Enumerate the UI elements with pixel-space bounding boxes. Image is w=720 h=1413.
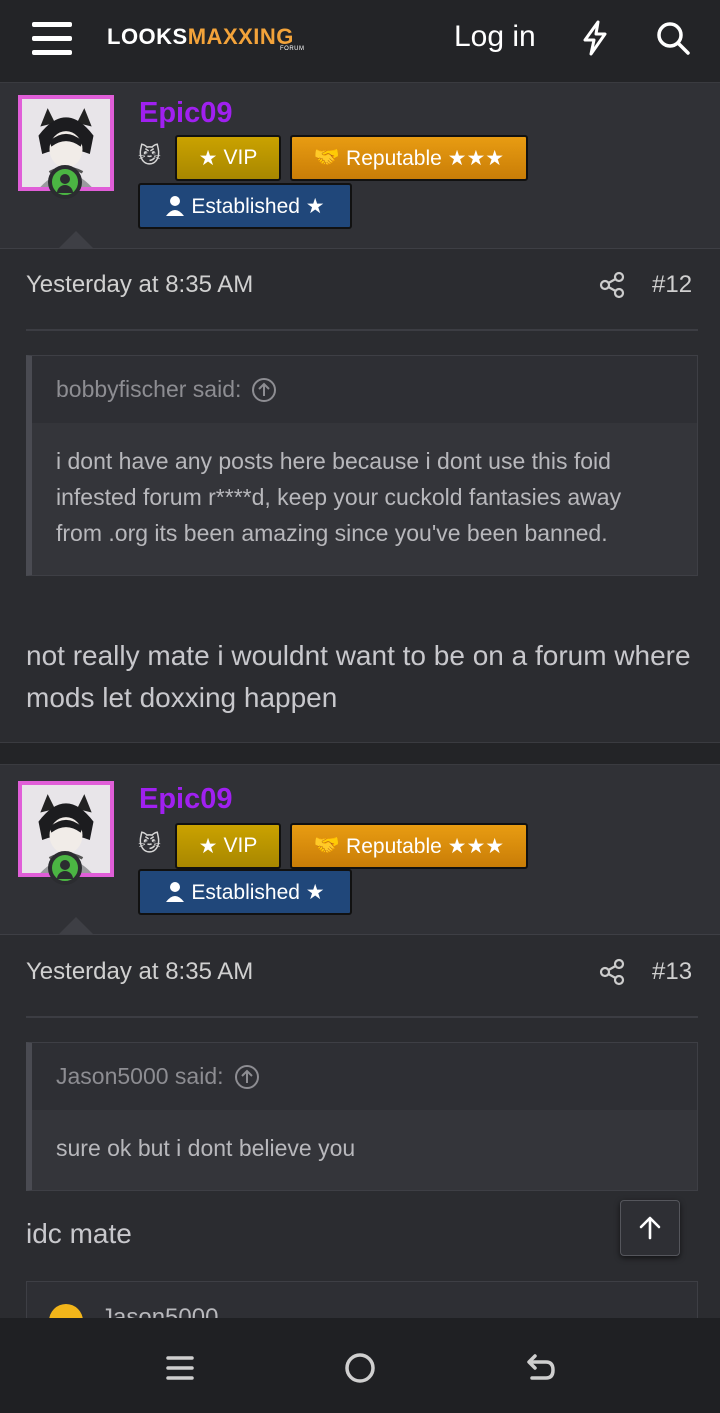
home-icon[interactable] xyxy=(340,1348,380,1388)
jump-to-quote-arrow-icon[interactable] xyxy=(251,377,277,403)
scroll-to-top-button[interactable] xyxy=(620,1200,680,1256)
reputable-badge-label: Reputable ★★★ xyxy=(346,146,505,170)
divider xyxy=(26,329,698,331)
handshake-icon: 🤝 xyxy=(313,146,341,169)
established-badge: Established ★ xyxy=(138,183,352,229)
logo-accent-text: MAXXING xyxy=(187,24,294,49)
recent-apps-icon[interactable] xyxy=(160,1348,200,1388)
post-date[interactable]: Yesterday at 8:35 AM xyxy=(26,271,253,299)
search-icon[interactable] xyxy=(655,20,691,56)
user-icon xyxy=(166,196,185,216)
jump-to-quote-arrow-icon[interactable] xyxy=(234,1064,260,1090)
share-icon[interactable] xyxy=(598,958,626,986)
site-logo[interactable]: LOOKSMAXXING xyxy=(107,24,294,50)
quote-block: bobbyfischer said: i dont have any posts… xyxy=(26,355,698,576)
post-date[interactable]: Yesterday at 8:35 AM xyxy=(26,958,253,986)
back-icon[interactable] xyxy=(520,1348,560,1388)
vip-badge-label: VIP xyxy=(223,834,258,857)
post-separator xyxy=(0,742,720,764)
username[interactable]: Epic09 xyxy=(139,97,233,130)
star-icon: ★ xyxy=(198,834,218,858)
post-number-link[interactable]: #12 xyxy=(652,271,692,299)
header-pointer xyxy=(58,917,94,935)
established-badge-label: Established ★ xyxy=(191,194,325,218)
top-navigation-bar: LOOKSMAXXING FORUM Log in xyxy=(0,0,720,82)
whats-new-bolt-icon[interactable] xyxy=(579,20,611,56)
post-user-header: Epic09 😼 ★ VIP 🤝 Reputable ★★★ Established… xyxy=(0,83,720,249)
quote-header[interactable]: Jason5000 said: xyxy=(32,1043,697,1110)
divider xyxy=(26,1016,698,1018)
quote-text: sure ok but i dont believe you xyxy=(32,1110,697,1190)
cat-emoji-icon: 😼 xyxy=(138,143,161,168)
quote-block: Jason5000 said: sure ok but i dont belie… xyxy=(26,1042,698,1191)
quote-author: Jason5000 said: xyxy=(56,1063,224,1089)
established-badge: Established ★ xyxy=(138,869,352,915)
user-icon xyxy=(166,882,185,902)
vip-badge: ★ VIP xyxy=(175,823,281,869)
reputable-badge: 🤝 Reputable ★★★ xyxy=(290,135,528,181)
logo-subtitle: FORUM xyxy=(280,46,305,52)
cat-emoji-icon: 😼 xyxy=(138,831,161,856)
handshake-icon: 🤝 xyxy=(313,834,341,857)
system-navigation-bar xyxy=(0,1318,720,1413)
quote-author: bobbyfischer said: xyxy=(56,376,242,402)
post-message: not really mate i wouldnt want to be on … xyxy=(26,640,691,713)
header-pointer xyxy=(58,231,94,249)
vip-badge: ★ VIP xyxy=(175,135,281,181)
page: LOOKSMAXXING FORUM Log in Epic09 😼 ★ VIP… xyxy=(0,0,720,1413)
vip-badge-label: VIP xyxy=(223,146,258,169)
menu-icon[interactable] xyxy=(32,22,72,56)
post-number-link[interactable]: #13 xyxy=(652,958,692,986)
quote-header[interactable]: bobbyfischer said: xyxy=(32,356,697,423)
share-icon[interactable] xyxy=(598,271,626,299)
established-badge-label: Established ★ xyxy=(191,880,325,904)
post-12: Epic09 😼 ★ VIP 🤝 Reputable ★★★ Established… xyxy=(0,82,720,742)
login-link[interactable]: Log in xyxy=(454,20,536,54)
reputable-badge: 🤝 Reputable ★★★ xyxy=(290,823,528,869)
star-icon: ★ xyxy=(198,146,218,170)
post-13: Epic09 😼 ★ VIP 🤝 Reputable ★★★ Established… xyxy=(0,764,720,1341)
username[interactable]: Epic09 xyxy=(139,783,233,816)
arrow-up-icon xyxy=(639,1216,661,1240)
online-status-icon xyxy=(48,165,82,199)
reputable-badge-label: Reputable ★★★ xyxy=(346,834,505,858)
quote-text: i dont have any posts here because i don… xyxy=(32,423,697,575)
online-status-icon xyxy=(48,851,82,885)
post-message: idc mate xyxy=(26,1218,132,1249)
post-user-header: Epic09 😼 ★ VIP 🤝 Reputable ★★★ Established… xyxy=(0,765,720,935)
logo-main-text: LOOKS xyxy=(107,24,188,49)
